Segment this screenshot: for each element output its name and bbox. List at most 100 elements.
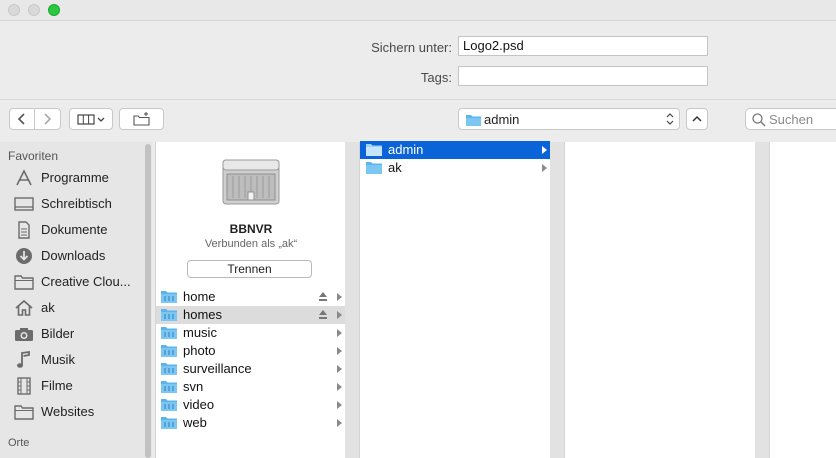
sidebar-item-websites[interactable]: Websites (14, 401, 144, 423)
server-name: BBNVR (229, 222, 273, 236)
sidebar-item-programme[interactable]: Programme (14, 167, 144, 189)
toolbar: admin Suchen (0, 99, 836, 142)
sidebar-item-label: Filme (41, 378, 73, 393)
folder-column (359, 142, 551, 458)
disclosure-arrow-icon (337, 419, 342, 427)
disclosure-arrow-icon (337, 383, 342, 391)
list-item-photo[interactable]: photo (156, 342, 345, 360)
columns-view-icon (77, 114, 105, 125)
sidebar-item-dokumente[interactable]: Dokumente (14, 219, 144, 241)
eject-icon[interactable] (319, 310, 327, 319)
column-divider[interactable] (550, 142, 564, 458)
favorites-heading: Favoriten (8, 149, 59, 163)
list-item-label: video (183, 397, 215, 412)
column-divider[interactable] (345, 142, 359, 458)
folder-icon (366, 162, 382, 174)
save-panel: Sichern unter: Logo2.psd Tags: (0, 21, 836, 99)
network-folder-icon (161, 417, 177, 429)
chevron-left-icon (17, 113, 25, 125)
sidebar-item-schreibtisch[interactable]: Schreibtisch (14, 193, 144, 215)
sidebar-item-bilder[interactable]: Bilder (14, 323, 144, 345)
minimize-button[interactable] (28, 4, 40, 16)
list-item-music[interactable]: music (156, 324, 345, 342)
list-item-web[interactable]: web (156, 414, 345, 432)
disclosure-arrow-icon (337, 329, 342, 337)
sidebar-item-label: Creative Clou... (41, 274, 131, 289)
list-item-label: home (183, 289, 216, 304)
save-as-label: Sichern unter: (371, 40, 452, 55)
disclosure-arrow-icon (337, 365, 342, 373)
close-button[interactable] (8, 4, 20, 16)
list-item-label: admin (388, 142, 424, 157)
film-icon (17, 377, 31, 395)
new-folder-icon (133, 112, 150, 126)
collapse-button[interactable] (686, 108, 708, 130)
disclosure-arrow-icon (337, 311, 342, 319)
sidebar-item-label: ak (41, 300, 55, 315)
network-folder-icon (161, 381, 177, 393)
list-item-label: ak (388, 160, 402, 175)
sidebar-item-label: Bilder (41, 326, 75, 341)
home-icon (15, 299, 33, 316)
downloads-icon (16, 248, 32, 264)
camera-icon (15, 328, 33, 341)
new-folder-button[interactable] (119, 108, 164, 130)
sidebar-item-creative-cloud[interactable]: Creative Clou... (14, 271, 144, 293)
sidebar-scrollbar[interactable] (145, 144, 151, 458)
list-item-label: svn (183, 379, 204, 394)
places-heading: Orte (8, 437, 30, 449)
eject-icon[interactable] (319, 292, 327, 301)
list-item-svn[interactable]: svn (156, 378, 345, 396)
location-popup[interactable]: admin (458, 108, 680, 130)
list-item-admin[interactable]: admin (360, 141, 550, 159)
sidebar-item-label: Downloads (41, 248, 106, 263)
folder-icon (466, 115, 481, 126)
disconnect-button[interactable]: Trennen (187, 260, 312, 278)
empty-column (564, 142, 756, 458)
network-folder-icon (161, 399, 177, 411)
network-folder-icon (161, 327, 177, 339)
chevron-updown-icon (666, 113, 674, 125)
list-item-label: photo (183, 343, 216, 358)
disclosure-arrow-icon (337, 293, 342, 301)
chevron-up-icon (692, 115, 702, 122)
filename-field[interactable]: Logo2.psd (458, 36, 708, 56)
sidebar-item-label: Schreibtisch (41, 196, 112, 211)
sidebar-item-downloads[interactable]: Downloads (14, 245, 144, 267)
sidebar-item-ak[interactable]: ak (14, 297, 144, 319)
zoom-button[interactable] (48, 4, 60, 16)
list-item-video[interactable]: video (156, 396, 345, 414)
search-field[interactable]: Suchen (745, 108, 836, 130)
sidebar-item-filme[interactable]: Filme (14, 375, 144, 397)
applications-icon (16, 169, 32, 186)
chevron-right-icon (44, 113, 52, 125)
sidebar-item-label: Musik (41, 352, 75, 367)
disclosure-arrow-icon (542, 146, 547, 154)
disclosure-arrow-icon (337, 401, 342, 409)
connected-as-label: Verbunden als „ak“ (204, 238, 298, 250)
sidebar-item-label: Dokumente (41, 222, 108, 237)
search-icon (752, 113, 766, 127)
view-options-button[interactable] (69, 108, 113, 130)
sidebar: Favoriten Programme Schreibtisch Dokumen… (0, 142, 152, 458)
column-divider[interactable] (755, 142, 769, 458)
network-folder-icon (161, 309, 177, 321)
network-folder-icon (161, 363, 177, 375)
list-item-label: music (183, 325, 217, 340)
folder-icon (14, 405, 34, 420)
list-item-home[interactable]: home (156, 288, 345, 306)
list-item-homes[interactable]: homes (156, 306, 345, 324)
list-item-ak[interactable]: ak (360, 159, 550, 177)
empty-column (769, 142, 836, 458)
sidebar-item-musik[interactable]: Musik (14, 349, 144, 371)
tags-field[interactable] (458, 66, 708, 86)
list-item-label: web (183, 415, 207, 430)
sidebar-item-label: Websites (41, 404, 95, 419)
forward-button[interactable] (34, 108, 61, 130)
list-item-surveillance[interactable]: surveillance (156, 360, 345, 378)
back-button[interactable] (9, 108, 35, 130)
tags-label: Tags: (420, 70, 452, 85)
network-folder-icon (161, 345, 177, 357)
list-item-label: surveillance (183, 361, 252, 376)
folder-icon (366, 144, 382, 156)
